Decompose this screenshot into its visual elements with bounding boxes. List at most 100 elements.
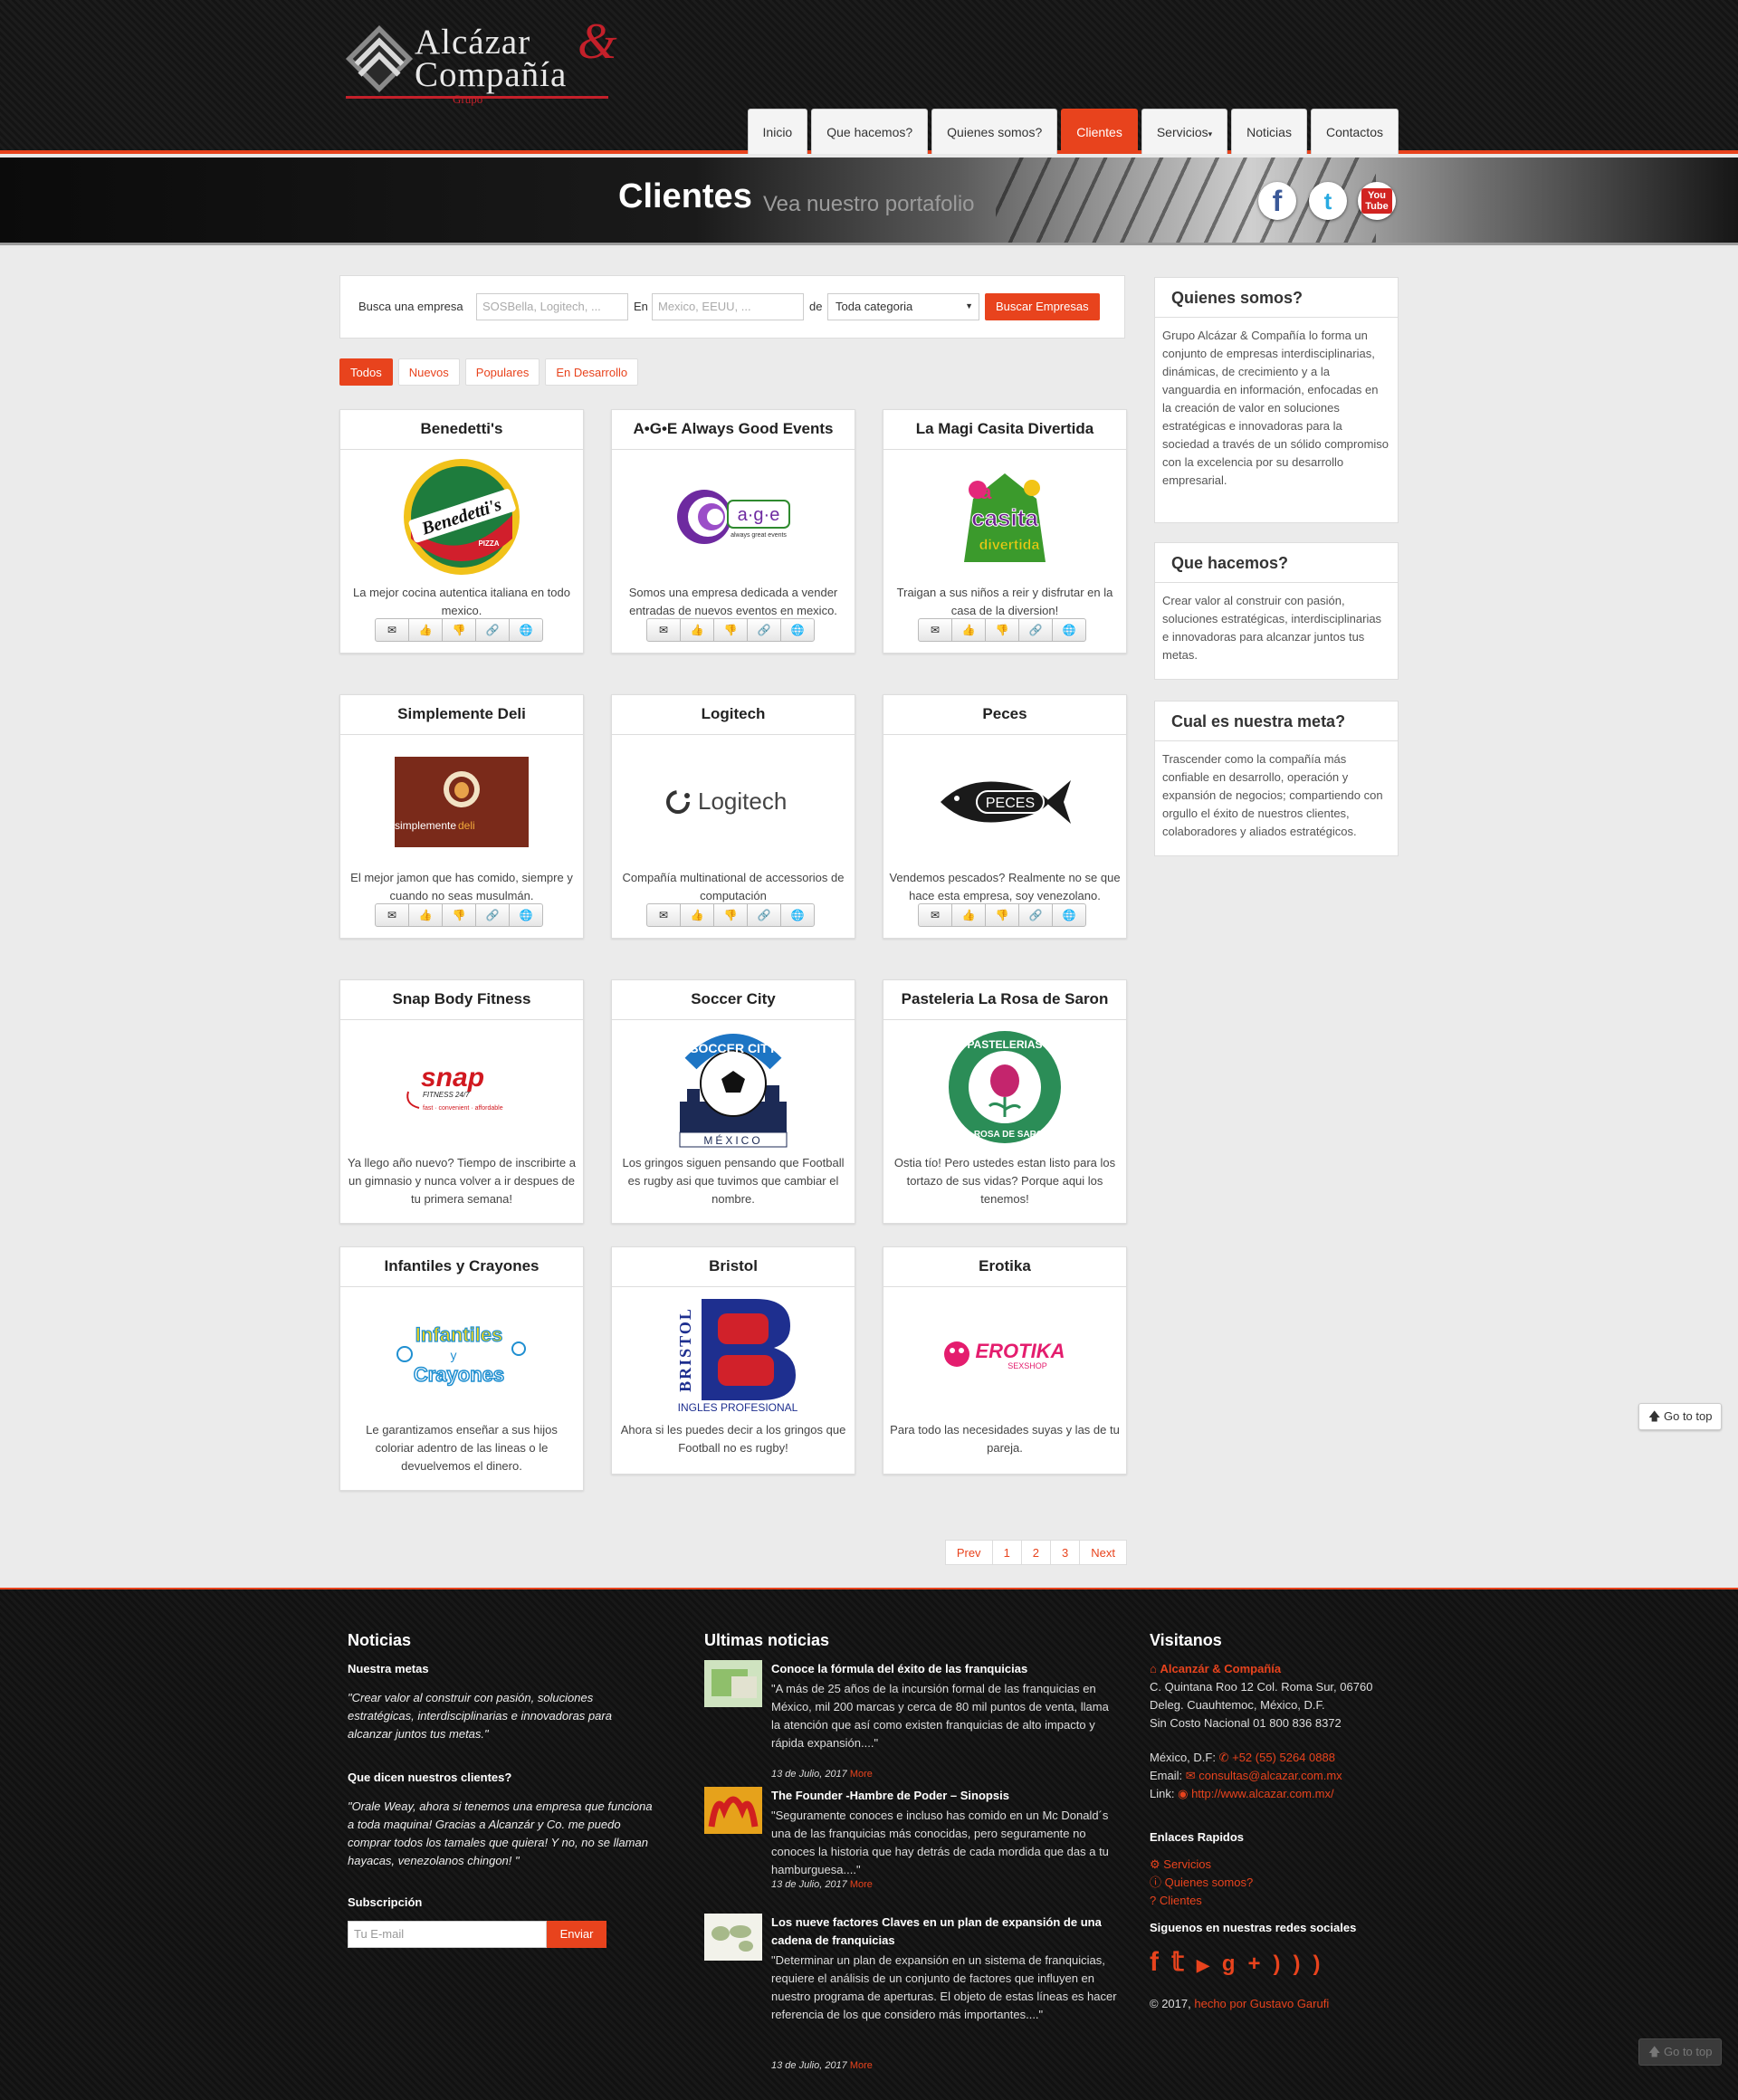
pagination-page-2[interactable]: 2 <box>1020 1540 1052 1565</box>
link-icon[interactable]: 🔗 <box>475 903 510 927</box>
thumbs-down-icon[interactable]: 👎 <box>442 618 476 642</box>
filter-en-desarrollo[interactable]: En Desarrollo <box>545 358 639 386</box>
thumbs-down-icon[interactable]: 👎 <box>713 618 748 642</box>
nav-noticias[interactable]: Noticias <box>1231 109 1307 154</box>
link-icon[interactable]: 🔗 <box>475 618 510 642</box>
nav-que-hacemos[interactable]: Que hacemos? <box>811 109 929 154</box>
pagination-page-3[interactable]: 3 <box>1050 1540 1081 1565</box>
youtube-icon[interactable]: ▶ <box>1197 1956 1222 1974</box>
globe-icon[interactable]: 🌐 <box>509 618 543 642</box>
crayones-logo[interactable]: Infantiles y Crayones <box>340 1287 583 1421</box>
news-more-link[interactable]: More <box>850 1769 873 1780</box>
bristol-logo[interactable]: BRISTOL INGLES PROFESIONAL <box>612 1287 855 1421</box>
link-icon[interactable]: 🔗 <box>747 903 781 927</box>
nav-clientes[interactable]: Clientes <box>1061 109 1138 154</box>
rss-icon[interactable]: ))) <box>1274 1952 1333 1976</box>
pagination-next[interactable]: Next <box>1079 1540 1127 1565</box>
nav-inicio[interactable]: Inicio <box>747 109 808 154</box>
pagination-prev[interactable]: Prev <box>944 1540 993 1565</box>
link-icon[interactable]: 🔗 <box>1018 618 1053 642</box>
client-card: Logitech Logitech Compañía multinational… <box>611 694 855 939</box>
footer-enlace-clientes[interactable]: ? Clientes <box>1150 1892 1202 1910</box>
thumbs-down-icon[interactable]: 👎 <box>985 903 1019 927</box>
link-icon[interactable]: 🔗 <box>747 618 781 642</box>
news-more-link[interactable]: More <box>850 2060 873 2071</box>
client-card: Pasteleria La Rosa de Saron PASTELERIAS … <box>883 979 1127 1224</box>
globe-icon[interactable]: 🌐 <box>1052 618 1086 642</box>
envelope-icon[interactable]: ✉ <box>646 903 681 927</box>
deli-logo[interactable]: simplemente deli <box>340 735 583 869</box>
footer-phone: México, D.F: ✆ +52 (55) 5264 0888 <box>1150 1749 1335 1767</box>
news-thumbnail[interactable] <box>704 1914 762 1961</box>
footer-credit-link[interactable]: hecho por Gustavo Garufi <box>1194 1997 1329 2010</box>
thumbs-up-icon[interactable]: 👍 <box>680 903 714 927</box>
go-to-top-button[interactable]: 🡅 Go to top <box>1638 1403 1723 1430</box>
peces-logo[interactable]: PECES <box>883 735 1126 869</box>
rosa-logo[interactable]: PASTELERIAS LA ROSA DE SARON <box>883 1020 1126 1154</box>
go-to-top-button-footer[interactable]: 🡅 Go to top <box>1638 2038 1723 2066</box>
filter-populares[interactable]: Populares <box>464 358 540 386</box>
snap-logo[interactable]: snap FITNESS 24/7 fast · convenient · af… <box>340 1020 583 1154</box>
erotika-logo[interactable]: EROTIKA SEXSHOP <box>883 1287 1126 1421</box>
news-more-link[interactable]: More <box>850 1879 873 1890</box>
globe-icon[interactable]: 🌐 <box>780 618 815 642</box>
subscription-email-input[interactable]: Tu E-mail <box>348 1921 547 1948</box>
envelope-icon[interactable]: ✉ <box>646 618 681 642</box>
pagination-page-1[interactable]: 1 <box>991 1540 1022 1565</box>
globe-icon[interactable]: 🌐 <box>1052 903 1086 927</box>
casita-logo[interactable]: la casita divertida <box>883 450 1126 584</box>
thumbs-up-icon[interactable]: 👍 <box>408 618 443 642</box>
location-search-input[interactable]: Mexico, EEUU, ... <box>652 293 804 320</box>
footer-enlace-quienes[interactable]: ⓘ Quienes somos? <box>1150 1874 1253 1892</box>
thumbs-up-icon[interactable]: 👍 <box>951 618 986 642</box>
subscription-send-button[interactable]: Enviar <box>547 1921 606 1948</box>
envelope-icon[interactable]: ✉ <box>375 618 409 642</box>
filter-tabs: Todos Nuevos Populares En Desarrollo <box>339 358 639 386</box>
company-search-input[interactable]: SOSBella, Logitech, ... <box>476 293 628 320</box>
youtube-bottom-text: Tube <box>1365 201 1389 212</box>
category-select[interactable]: Toda categoria ▼ <box>827 293 979 320</box>
youtube-icon[interactable]: You Tube <box>1358 182 1396 220</box>
site-logo[interactable]: Alcázar & Compañía Grupo <box>344 14 617 106</box>
envelope-icon[interactable]: ✉ <box>375 903 409 927</box>
news-title[interactable]: Conoce la fórmula del éxito de las franq… <box>771 1660 1115 1678</box>
news-thumbnail[interactable] <box>704 1787 762 1834</box>
twitter-icon[interactable]: t <box>1309 182 1347 220</box>
facebook-icon[interactable]: f <box>1150 1947 1171 1977</box>
nav-quienes-somos[interactable]: Quienes somos? <box>931 109 1058 154</box>
search-in-label: En <box>634 300 648 313</box>
globe-icon[interactable]: 🌐 <box>780 903 815 927</box>
news-title[interactable]: The Founder -Hambre de Poder – Sinopsis <box>771 1787 1115 1805</box>
google-plus-icon[interactable]: g+ <box>1222 1952 1274 1976</box>
thumbs-down-icon[interactable]: 👎 <box>985 618 1019 642</box>
envelope-icon[interactable]: ✉ <box>918 618 952 642</box>
news-title[interactable]: Los nueve factores Claves en un plan de … <box>771 1914 1115 1950</box>
nav-contactos[interactable]: Contactos <box>1310 109 1399 154</box>
thumbs-up-icon[interactable]: 👍 <box>951 903 986 927</box>
footer-link-value[interactable]: http://www.alcazar.com.mx/ <box>1191 1787 1334 1800</box>
main-nav: Inicio Que hacemos? Quienes somos? Clien… <box>747 109 1399 154</box>
filter-todos[interactable]: Todos <box>339 358 393 386</box>
footer-email-value[interactable]: consultas@alcazar.com.mx <box>1198 1769 1342 1782</box>
twitter-icon[interactable]: 𝕥 <box>1171 1947 1197 1977</box>
age-logo[interactable]: a·g·e always great events <box>612 450 855 584</box>
envelope-icon[interactable]: ✉ <box>918 903 952 927</box>
thumbs-down-icon[interactable]: 👎 <box>442 903 476 927</box>
thumbs-up-icon[interactable]: 👍 <box>408 903 443 927</box>
thumbs-up-icon[interactable]: 👍 <box>680 618 714 642</box>
thumbs-down-icon[interactable]: 👎 <box>713 903 748 927</box>
link-icon[interactable]: 🔗 <box>1018 903 1053 927</box>
logitech-logo[interactable]: Logitech <box>612 735 855 869</box>
footer-phone-value[interactable]: +52 (55) 5264 0888 <box>1232 1751 1335 1764</box>
soccer-logo[interactable]: SOCCER CITY MÉXICO <box>612 1020 855 1154</box>
filter-nuevos[interactable]: Nuevos <box>397 358 460 386</box>
globe-icon[interactable]: 🌐 <box>509 903 543 927</box>
benedettis-logo[interactable]: Benedetti's PIZZA <box>340 450 583 584</box>
footer-enlace-servicios[interactable]: ⚙ Servicios <box>1150 1856 1211 1874</box>
news-thumbnail[interactable] <box>704 1660 762 1707</box>
facebook-icon[interactable]: f <box>1258 182 1296 220</box>
nav-servicios[interactable]: Servicios▾ <box>1141 109 1228 154</box>
site-footer: Noticias Nuestra metas "Crear valor al c… <box>0 1588 1738 2100</box>
search-companies-button[interactable]: Buscar Empresas <box>985 293 1100 320</box>
footer-company-name[interactable]: Alcanzár & Compañía <box>1160 1662 1281 1675</box>
